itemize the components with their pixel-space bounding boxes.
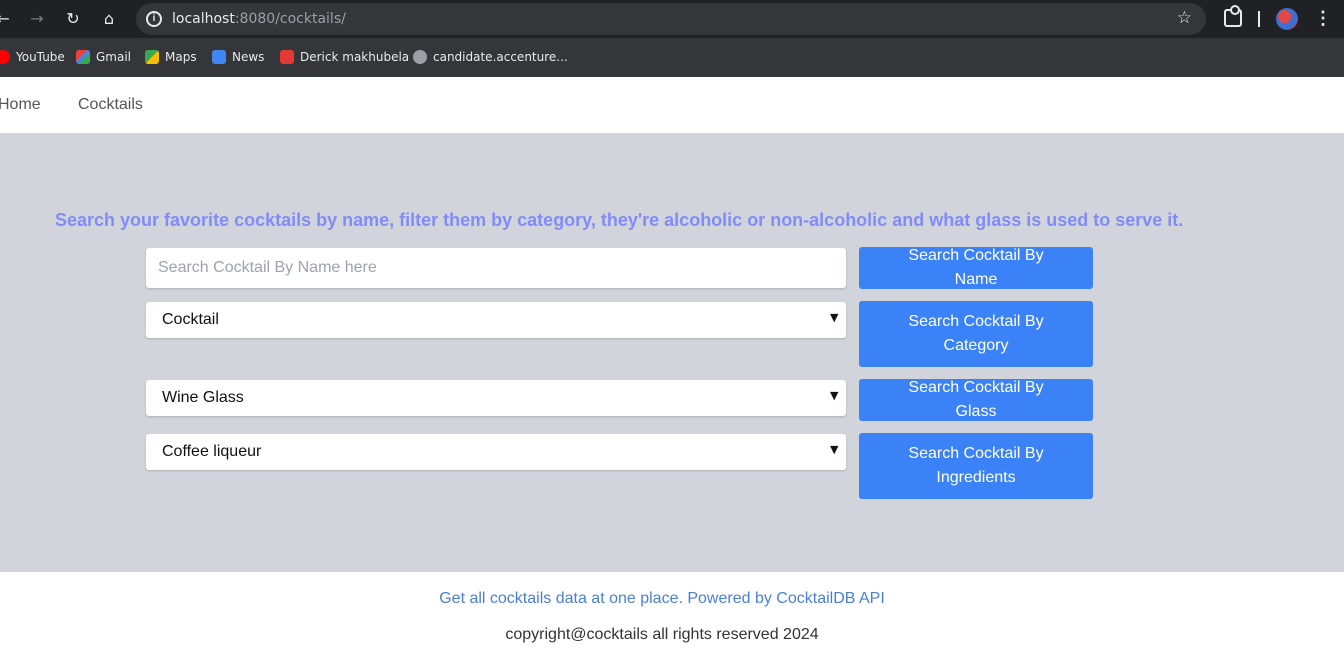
- url-text[interactable]: localhost:8080/cocktails/: [172, 11, 346, 27]
- search-by-name-button[interactable]: Search Cocktail By Name: [859, 247, 1093, 289]
- profile-avatar[interactable]: [1276, 8, 1298, 30]
- forward-icon[interactable]: →: [26, 8, 48, 30]
- nav-cocktails-link[interactable]: Cocktails: [78, 96, 143, 114]
- menu-icon[interactable]: ⋮: [1314, 8, 1332, 28]
- bookmark-label: News: [232, 50, 265, 64]
- glass-selected-value: Wine Glass: [162, 389, 244, 406]
- search-by-glass-button[interactable]: Search Cocktail By Glass: [859, 379, 1093, 421]
- bookmark-label: YouTube: [16, 50, 65, 64]
- nav-home-link[interactable]: Home: [0, 96, 41, 114]
- bookmark-news[interactable]: News: [212, 48, 264, 66]
- gmail-icon: [76, 50, 90, 64]
- browser-toolbar: ← → ↻ ⌂ i localhost:8080/cocktails/ ☆ ⋮: [0, 0, 1344, 38]
- search-tagline: Search your favorite cocktails by name, …: [55, 210, 1184, 230]
- toolbar-divider: [1258, 11, 1260, 27]
- chevron-down-icon: ▼: [830, 311, 839, 324]
- bookmark-label: candidate.accenture...: [433, 50, 568, 64]
- name-input-placeholder: Search Cocktail By Name here: [158, 259, 377, 276]
- footer-copyright: copyright@cocktails all rights reserved …: [505, 626, 819, 643]
- bookmark-derick[interactable]: Derick makhubela: [280, 48, 409, 66]
- chevron-down-icon: ▼: [830, 443, 839, 456]
- ingredient-select[interactable]: Coffee liqueur ▼: [146, 434, 846, 470]
- address-bar[interactable]: i localhost:8080/cocktails/ ☆: [136, 3, 1206, 35]
- chevron-down-icon: ▼: [830, 389, 839, 402]
- bookmark-star-icon[interactable]: ☆: [1177, 8, 1192, 28]
- extensions-icon[interactable]: [1224, 5, 1242, 27]
- glass-select[interactable]: Wine Glass ▼: [146, 380, 846, 416]
- category-select[interactable]: Cocktail ▼: [146, 302, 846, 338]
- reload-icon[interactable]: ↻: [62, 8, 84, 30]
- youtube-icon: [0, 50, 10, 64]
- profile-icon: [280, 50, 294, 64]
- bookmark-label: Maps: [165, 50, 197, 64]
- site-navbar: Home Cocktails: [0, 77, 1344, 133]
- bookmark-gmail[interactable]: Gmail: [76, 48, 131, 66]
- bookmark-label: Gmail: [96, 50, 132, 64]
- search-by-ingredients-button[interactable]: Search Cocktail By Ingredients: [859, 433, 1093, 499]
- bookmarks-bar: YouTube Gmail Maps News Derick makhubela…: [0, 38, 1344, 77]
- url-host: localhost: [172, 11, 235, 27]
- site-info-icon[interactable]: i: [146, 11, 162, 27]
- category-selected-value: Cocktail: [162, 311, 219, 328]
- bookmark-maps[interactable]: Maps: [145, 48, 197, 66]
- search-by-category-button[interactable]: Search Cocktail By Category: [859, 301, 1093, 367]
- news-icon: [212, 50, 226, 64]
- globe-icon: [413, 50, 427, 64]
- cocktail-name-input[interactable]: Search Cocktail By Name here: [146, 248, 846, 288]
- back-icon[interactable]: ←: [0, 8, 14, 30]
- bookmark-label: Derick makhubela: [300, 50, 410, 64]
- url-path: :8080/cocktails/: [234, 11, 346, 27]
- bookmark-youtube[interactable]: YouTube: [0, 48, 65, 66]
- search-section: Search your favorite cocktails by name, …: [0, 133, 1344, 572]
- footer-api-link[interactable]: Get all cocktails data at one place. Pow…: [0, 590, 1324, 608]
- bookmark-accenture[interactable]: candidate.accenture...: [413, 48, 568, 66]
- ingredient-selected-value: Coffee liqueur: [162, 443, 262, 460]
- maps-icon: [145, 50, 159, 64]
- home-icon[interactable]: ⌂: [98, 8, 120, 30]
